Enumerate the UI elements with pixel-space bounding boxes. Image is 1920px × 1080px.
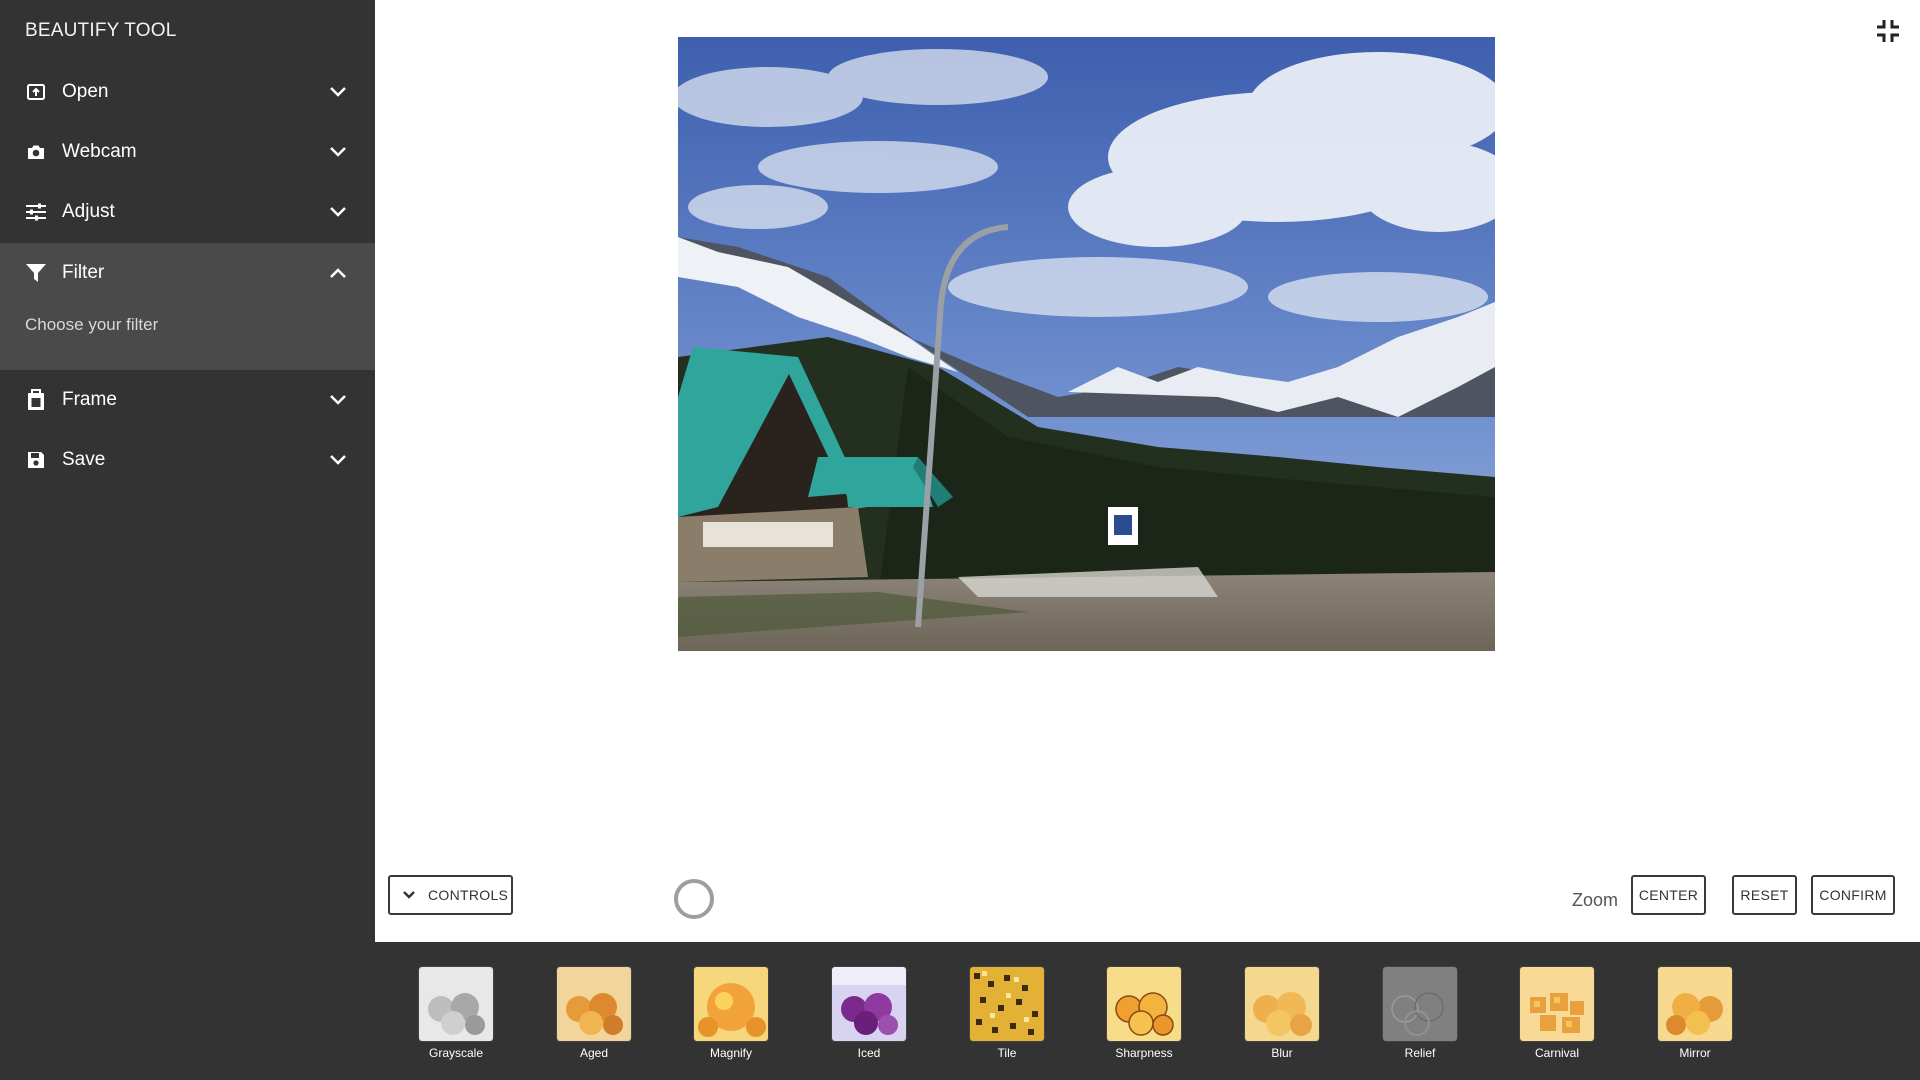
sidebar-item-label: Open [62,81,109,102]
chevron-down-icon [327,81,349,103]
filter-thumbnail [419,967,493,1041]
filter-thumbnail [832,967,906,1041]
camera-icon [25,141,47,163]
sidebar-item-label: Adjust [62,201,115,222]
sidebar-item-label: Filter [62,262,105,283]
photo-canvas[interactable] [678,37,1495,651]
filter-icon [25,262,47,284]
filter-label: Tile [997,1046,1017,1060]
save-icon [25,449,47,471]
chevron-down-icon [327,389,349,411]
filter-thumbnail [1245,967,1319,1041]
sidebar-item-adjust[interactable]: Adjust [0,182,375,242]
filter-label: Relief [1404,1046,1436,1060]
filter-thumbnail [1658,967,1732,1041]
filter-blur[interactable]: Blur [1242,967,1322,1060]
filter-label: Carnival [1534,1046,1579,1060]
zoom-label: Zoom [1572,890,1619,910]
controls-toggle-button[interactable]: CONTROLS [388,875,513,915]
filter-thumbnail [557,967,631,1041]
filter-thumbnail [1383,967,1457,1041]
filter-label: Mirror [1679,1046,1711,1060]
filter-carnival[interactable]: Carnival [1517,967,1597,1060]
reset-button[interactable]: RESET [1732,875,1797,915]
filter-mirror[interactable]: Mirror [1655,967,1735,1060]
exit-fullscreen-button[interactable] [1873,18,1903,48]
confirm-button[interactable]: CONFIRM [1811,875,1895,915]
filter-hint: Choose your filter [25,315,159,334]
sidebar-item-frame[interactable]: Frame [0,370,375,430]
filter-tile[interactable]: Tile [967,967,1047,1060]
filter-magnify[interactable]: Magnify [691,967,771,1060]
chevron-down-icon [327,449,349,471]
filter-thumbnail [694,967,768,1041]
chevron-down-icon [327,201,349,223]
center-button[interactable]: CENTER [1631,875,1706,915]
sidebar: BEAUTIFY TOOL Open Webcam Adjust Filter … [0,0,375,1080]
frame-icon [25,389,47,411]
filter-label: Aged [579,1046,609,1060]
filter-label: Iced [857,1046,881,1060]
filter-label: Blur [1271,1046,1293,1060]
sidebar-item-save[interactable]: Save [0,430,375,490]
sidebar-item-label: Save [62,449,106,470]
exit-fullscreen-icon [1876,19,1900,48]
controls-label: CONTROLS [428,887,509,903]
chevron-down-icon [327,141,349,163]
filter-thumbnail [1107,967,1181,1041]
open-icon [25,81,47,103]
filter-label: Sharpness [1115,1046,1173,1060]
filter-label: Magnify [709,1046,753,1060]
filter-thumbnail [1520,967,1594,1041]
filter-thumbnail [970,967,1044,1041]
sidebar-item-open[interactable]: Open [0,62,375,122]
filter-section: Filter Choose your filter [0,243,375,370]
sliders-icon [25,201,47,223]
filter-relief[interactable]: Relief [1380,967,1460,1060]
loading-spinner [674,879,714,919]
filter-label: Grayscale [428,1046,484,1060]
filter-sharpness[interactable]: Sharpness [1104,967,1184,1060]
filter-aged[interactable]: Aged [554,967,634,1060]
sidebar-item-label: Webcam [62,141,137,162]
filter-grayscale[interactable]: Grayscale [416,967,496,1060]
filter-iced[interactable]: Iced [829,967,909,1060]
sidebar-item-filter[interactable]: Filter [0,243,375,303]
chevron-up-icon [327,262,349,284]
chevron-down-icon [402,887,418,903]
sidebar-item-webcam[interactable]: Webcam [0,122,375,182]
sidebar-item-label: Frame [62,389,117,410]
filter-strip: Grayscale Aged Magnify Iced Tile Sharpne… [375,942,1920,1080]
app-title: BEAUTIFY TOOL [25,20,177,41]
